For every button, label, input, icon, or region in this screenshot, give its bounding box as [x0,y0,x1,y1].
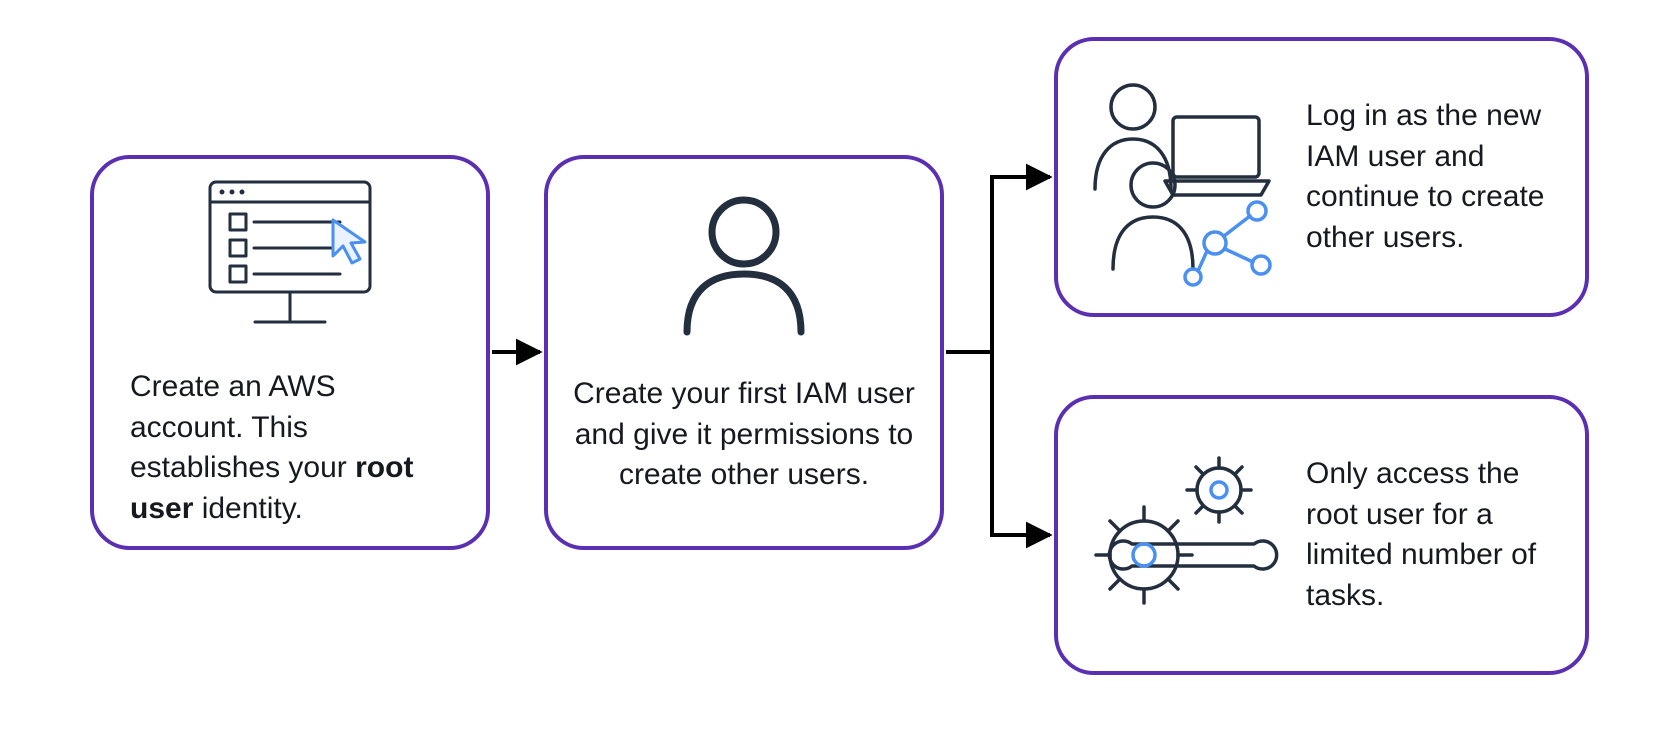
step-login-new-user-text: Log in as the new IAM user and continue … [1286,96,1567,258]
person-icon [548,159,940,364]
step-create-aws-account: Create an AWS account. This establishes … [90,155,490,550]
step-create-iam-user-text: Create your first IAM user and give it p… [548,364,940,496]
monitor-checklist-icon [94,159,486,349]
step-create-iam-user: Create your first IAM user and give it p… [544,155,944,550]
gears-wrench-icon [1076,435,1286,635]
step-root-limited: Only access the root user for a limited … [1054,395,1589,675]
step-root-limited-text: Only access the root user for a limited … [1286,454,1567,616]
step-create-aws-account-text: Create an AWS account. This establishes … [94,349,486,529]
step-login-new-user: Log in as the new IAM user and continue … [1054,37,1589,317]
users-laptop-network-icon [1076,67,1286,287]
